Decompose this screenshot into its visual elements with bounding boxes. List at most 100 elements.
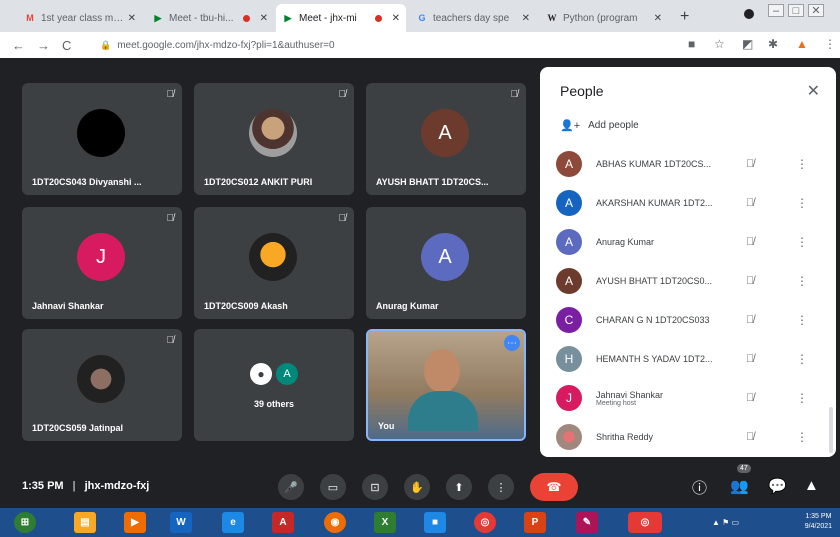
puzzle-icon[interactable]: ✱ [768, 37, 778, 51]
mic-off-icon[interactable]: 🎙̸ [746, 197, 754, 209]
internet-explorer-icon[interactable]: e [222, 512, 244, 533]
mic-off-icon[interactable]: 🎙̸ [746, 392, 754, 404]
present-screen-button[interactable]: ⬆ [446, 474, 472, 500]
minimize-icon[interactable]: – [768, 4, 784, 17]
reload-icon[interactable]: C [62, 38, 71, 53]
more-vert-icon[interactable]: ⋮ [796, 352, 808, 366]
back-icon[interactable]: ← [12, 38, 25, 53]
file-explorer-icon[interactable]: ▤ [74, 512, 96, 533]
participant-tile[interactable]: 🎙̸ 1DT20CS059 Jatinpal [22, 329, 182, 441]
avatar [249, 233, 297, 281]
address-bar: ← → C 🔒 meet.google.com/jhx-mdzo-fxj?pli… [0, 32, 840, 58]
camera-button[interactable]: ▭ [320, 474, 346, 500]
self-video-tile[interactable]: ⋯ You [366, 329, 526, 441]
add-people-button[interactable]: 👤+ Add people [560, 119, 639, 132]
list-item[interactable]: A ABHAS KUMAR 1DT20CS... 🎙̸ ⋮ [556, 147, 828, 181]
chrome-icon[interactable]: ◎ [474, 512, 496, 533]
profile-icon[interactable] [744, 9, 754, 19]
chrome-active-icon[interactable]: ◎ [628, 512, 662, 533]
extension-icon[interactable]: ◩ [742, 37, 753, 51]
excel-icon[interactable]: X [374, 512, 396, 533]
scrollbar[interactable] [829, 407, 833, 453]
firefox-icon[interactable]: ◉ [324, 512, 346, 533]
mic-off-icon[interactable]: 🎙̸ [746, 236, 754, 248]
more-options-icon[interactable]: ⋯ [504, 335, 520, 351]
taskbar-clock[interactable]: 1:35 PM 9/4/2021 [805, 512, 832, 532]
more-vert-icon[interactable]: ⋮ [796, 313, 808, 327]
people-icon[interactable]: 👥 [730, 477, 749, 495]
others-tile[interactable]: ● A 39 others [194, 329, 354, 441]
mic-off-icon[interactable]: 🎙̸ [746, 431, 754, 443]
close-tab-icon[interactable]: ✕ [128, 13, 136, 24]
extension-flame-icon[interactable]: ▲ [796, 37, 808, 51]
more-vert-icon[interactable]: ⋮ [796, 157, 808, 171]
more-vert-icon[interactable]: ⋮ [796, 391, 808, 405]
avatar: A [556, 151, 582, 177]
chat-icon[interactable]: 💬 [768, 477, 787, 495]
mic-off-icon[interactable]: 🎙̸ [746, 353, 754, 365]
acrobat-icon[interactable]: A [272, 512, 294, 533]
media-player-icon[interactable]: ▶ [124, 512, 146, 533]
raise-hand-button[interactable]: ✋ [404, 474, 430, 500]
people-panel: People ✕ 👤+ Add people A ABHAS KUMAR 1DT… [540, 67, 836, 457]
new-tab-button[interactable]: + [680, 8, 689, 26]
list-item[interactable]: A AYUSH BHATT 1DT20CS0... 🎙̸ ⋮ [556, 264, 828, 298]
list-item[interactable]: A AKARSHAN KUMAR 1DT2... 🎙̸ ⋮ [556, 186, 828, 220]
tab-python[interactable]: W Python (program ✕ [540, 4, 668, 32]
microphone-button[interactable]: 🎤 [278, 474, 304, 500]
more-vert-icon[interactable]: ⋮ [796, 274, 808, 288]
tray-icons[interactable]: ▲ ⚑ ▭ [712, 518, 739, 527]
word-icon[interactable]: W [170, 512, 192, 533]
mic-off-icon[interactable]: 🎙̸ [746, 158, 754, 170]
participant-tile[interactable]: 🎙̸ A AYUSH BHATT 1DT20CS... [366, 83, 526, 195]
url-field[interactable]: 🔒 meet.google.com/jhx-mdzo-fxj?pli=1&aut… [100, 35, 680, 55]
avatar: A [556, 190, 582, 216]
close-window-icon[interactable]: ✕ [808, 4, 824, 17]
camera-indicator-icon[interactable]: ■ [688, 37, 695, 51]
list-item[interactable]: Shritha Reddy 🎙̸ ⋮ [556, 420, 828, 454]
activities-icon[interactable]: ▲ [804, 477, 819, 494]
participant-tile[interactable]: 🎙̸ 1DT20CS009 Akash [194, 207, 354, 319]
list-item[interactable]: J Jahnavi Shankar Meeting host 🎙̸ ⋮ [556, 381, 828, 415]
tab-class-meeting[interactable]: M 1st year class mee ✕ [18, 4, 142, 32]
close-tab-icon[interactable]: ✕ [392, 13, 400, 24]
meeting-info-icon[interactable]: ⓘ [692, 477, 707, 498]
close-tab-icon[interactable]: ✕ [260, 13, 268, 24]
menu-icon[interactable]: ⋮ [824, 37, 836, 51]
more-vert-icon[interactable]: ⋮ [796, 196, 808, 210]
list-item[interactable]: H HEMANTH S YADAV 1DT2... 🎙̸ ⋮ [556, 342, 828, 376]
mic-off-icon[interactable]: 🎙̸ [746, 314, 754, 326]
powerpoint-icon[interactable]: P [524, 512, 546, 533]
participant-tile[interactable]: 🎙̸ 1DT20CS012 ANKIT PURI [194, 83, 354, 195]
paint-icon[interactable]: ✎ [576, 512, 598, 533]
leave-call-button[interactable]: ☎ [530, 473, 578, 501]
close-tab-icon[interactable]: ✕ [654, 13, 662, 24]
maximize-icon[interactable]: □ [788, 4, 804, 17]
others-count: 39 others [253, 399, 295, 409]
more-vert-icon[interactable]: ⋮ [796, 430, 808, 444]
avatar: C [556, 307, 582, 333]
tab-meet-1[interactable]: ▶ Meet - tbu-hi... ✕ [146, 4, 274, 32]
zoom-icon[interactable]: ■ [424, 512, 446, 533]
avatar: A [421, 109, 469, 157]
more-options-button[interactable]: ⋮ [488, 474, 514, 500]
bookmark-star-icon[interactable]: ☆ [714, 37, 725, 51]
participant-tile[interactable]: 🎙̸ 1DT20CS043 Divyanshi ... [22, 83, 182, 195]
list-item[interactable]: C CHARAN G N 1DT20CS033 🎙̸ ⋮ [556, 303, 828, 337]
mic-off-icon[interactable]: 🎙̸ [746, 275, 754, 287]
close-icon[interactable]: ✕ [807, 81, 820, 101]
avatar [77, 355, 125, 403]
participant-tile[interactable]: 🎙̸ J Jahnavi Shankar [22, 207, 182, 319]
tab-teachers-day[interactable]: G teachers day spe ✕ [410, 4, 536, 32]
browser-tab-strip: M 1st year class mee ✕ ▶ Meet - tbu-hi..… [0, 0, 840, 32]
start-button-icon[interactable]: ⊞ [14, 512, 36, 533]
recording-icon [242, 14, 250, 22]
more-vert-icon[interactable]: ⋮ [796, 235, 808, 249]
close-tab-icon[interactable]: ✕ [522, 13, 530, 24]
forward-icon[interactable]: → [37, 38, 50, 53]
list-item[interactable]: A Anurag Kumar 🎙̸ ⋮ [556, 225, 828, 259]
captions-button[interactable]: ⊡ [362, 474, 388, 500]
participant-tile[interactable]: A Anurag Kumar [366, 207, 526, 319]
lock-icon: 🔒 [100, 39, 112, 50]
tab-meet-active[interactable]: ▶ Meet - jhx-mi ✕ [276, 4, 406, 32]
